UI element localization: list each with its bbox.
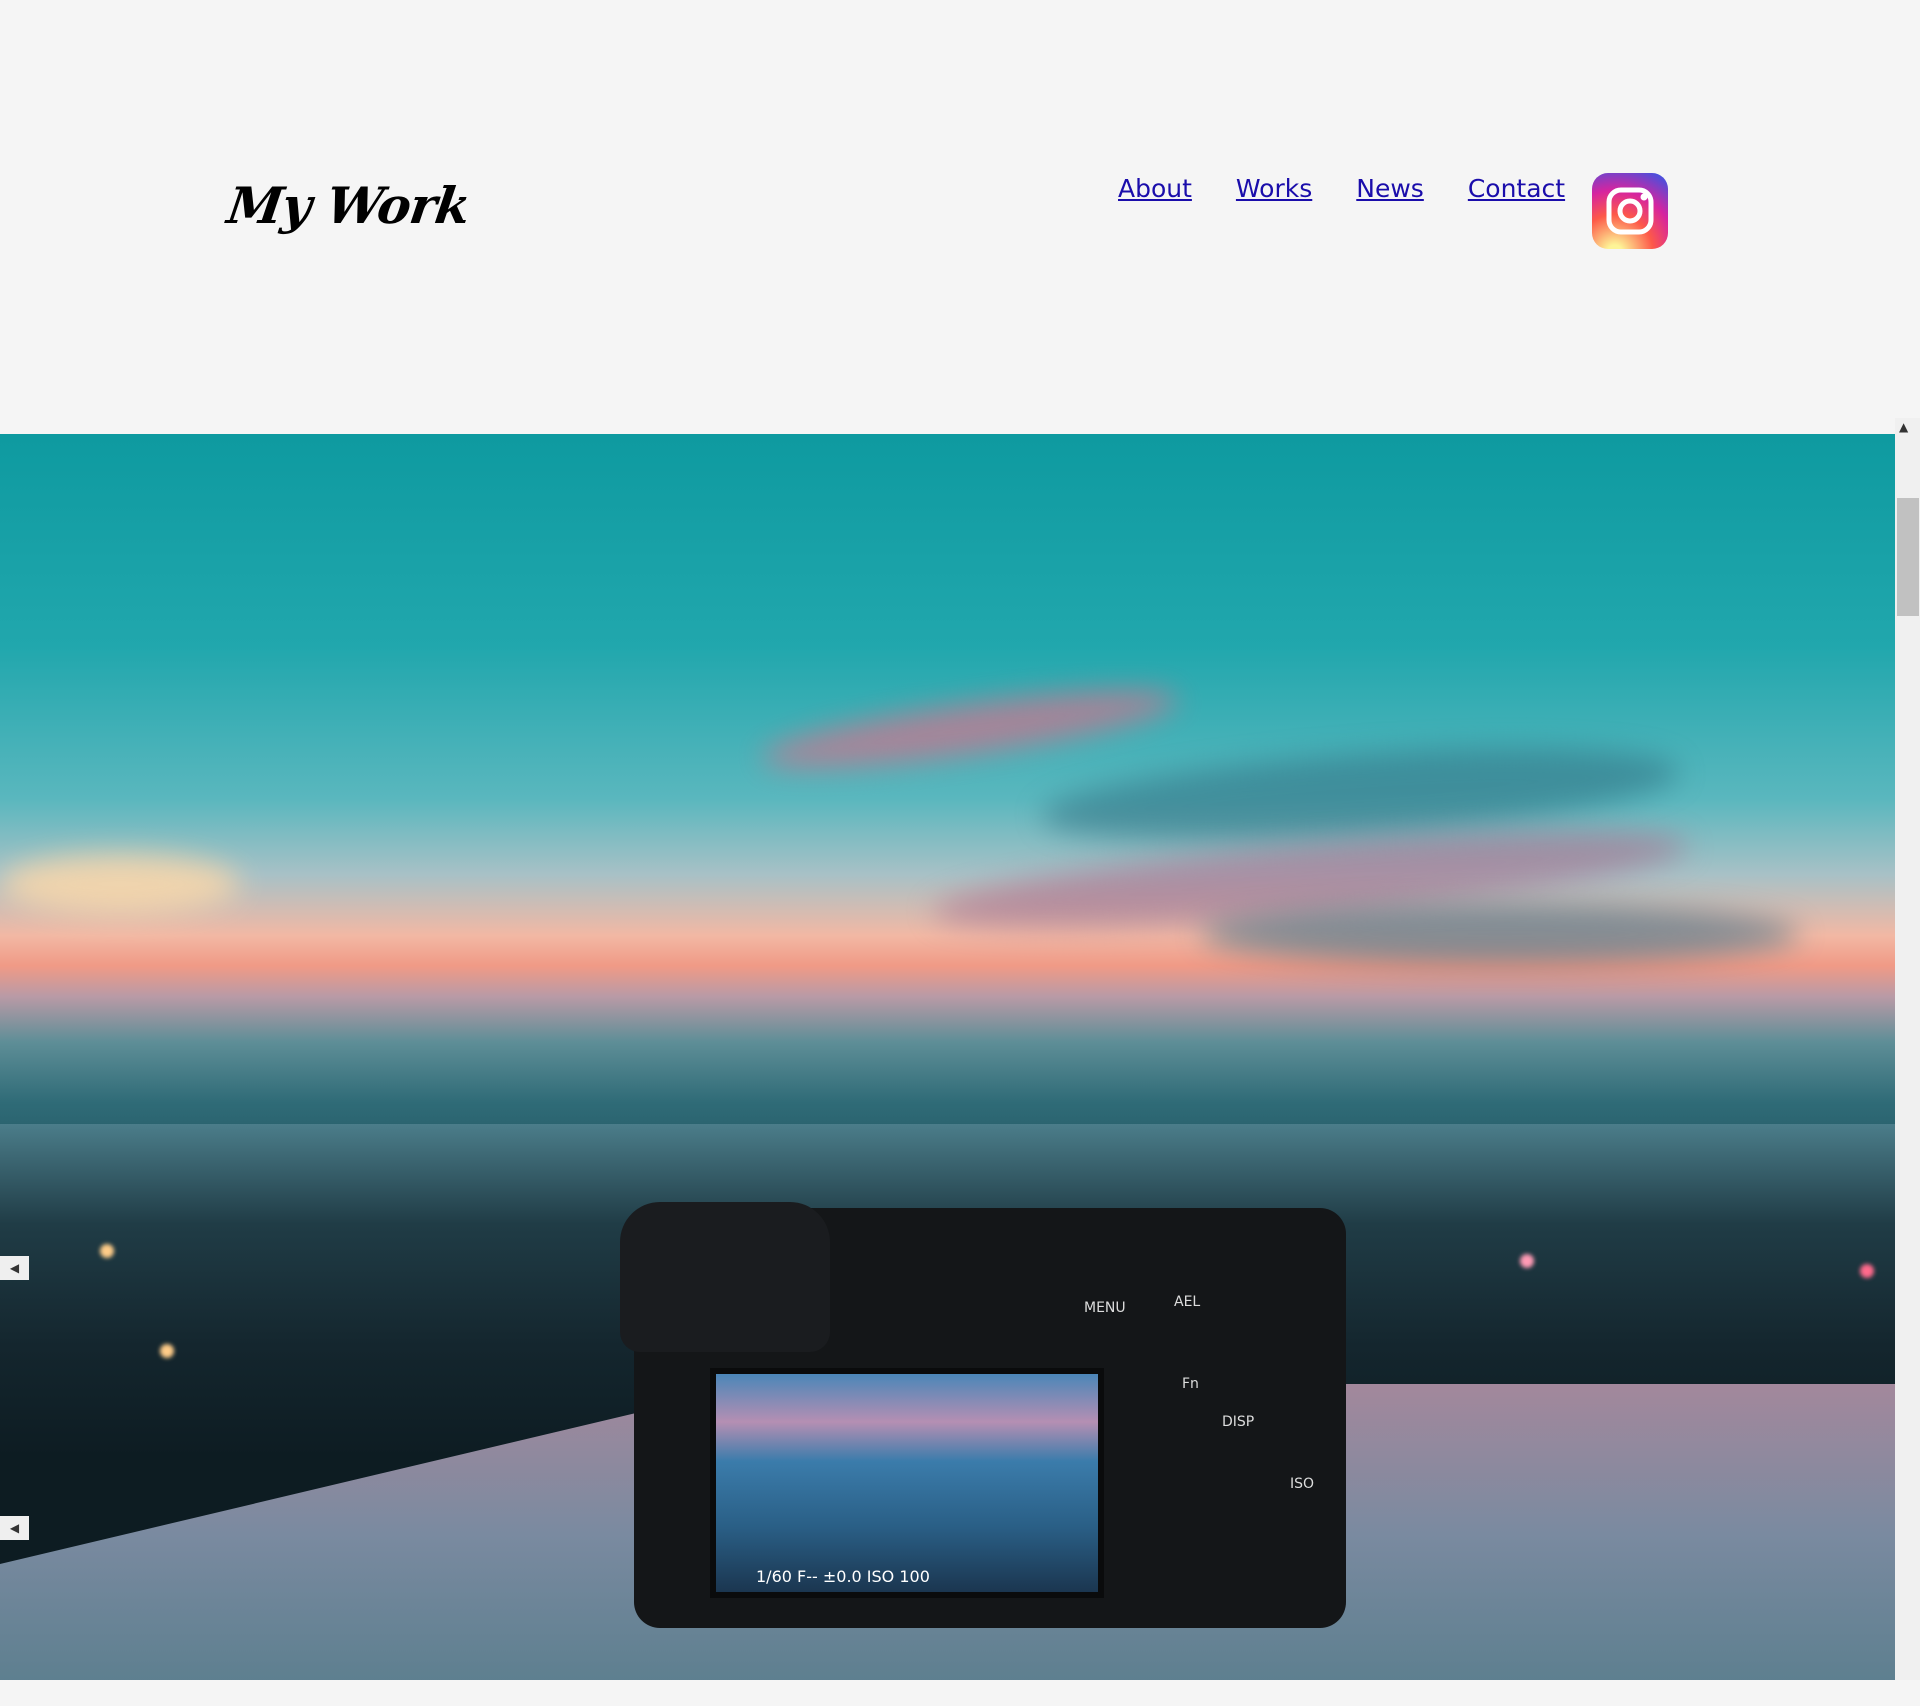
camera-screen-readout: 1/60 F-- ±0.0 ISO 100	[756, 1567, 930, 1586]
nav-link-news[interactable]: News	[1356, 174, 1424, 203]
city-light	[1520, 1254, 1534, 1268]
camera-ael-label: AEL	[1174, 1294, 1201, 1310]
nav-link-about[interactable]: About	[1118, 174, 1192, 203]
slider-prev-arrow-icon[interactable]: ◀	[0, 1256, 29, 1280]
cloud	[0, 854, 240, 914]
hero-sky	[0, 434, 1895, 1194]
camera-iso-label: ISO	[1290, 1476, 1315, 1492]
camera-fn-label: Fn	[1182, 1376, 1199, 1392]
instagram-glyph	[1606, 187, 1654, 235]
hero-image: 1/60 F-- ±0.0 ISO 100 MENU AEL Fn DISP I…	[0, 434, 1895, 1680]
nav-link-contact[interactable]: Contact	[1468, 174, 1565, 203]
cloud	[758, 675, 1182, 783]
slider-prev-arrow-icon[interactable]: ◀	[0, 1516, 29, 1540]
site-logo[interactable]: My Work	[224, 176, 474, 235]
nav-link-works[interactable]: Works	[1236, 174, 1312, 203]
camera-screen: 1/60 F-- ±0.0 ISO 100	[710, 1368, 1104, 1598]
camera-menu-label: MENU	[1084, 1300, 1126, 1316]
cloud	[1200, 904, 1800, 964]
scrollbar-thumb[interactable]	[1897, 498, 1919, 616]
main-nav: About Works News Contact	[1118, 174, 1565, 203]
camera-viewfinder	[620, 1202, 830, 1352]
city-light	[1860, 1264, 1874, 1278]
page-bottom	[0, 1680, 1920, 1706]
scroll-up-arrow-icon[interactable]: ▲	[1899, 420, 1908, 434]
camera: 1/60 F-- ±0.0 ISO 100 MENU AEL Fn DISP I…	[620, 1202, 1346, 1628]
camera-disp-label: DISP	[1222, 1414, 1255, 1430]
instagram-icon[interactable]	[1592, 173, 1668, 249]
city-light	[100, 1244, 114, 1258]
city-light	[160, 1344, 174, 1358]
site-header: My Work About Works News Contact	[0, 0, 1920, 434]
